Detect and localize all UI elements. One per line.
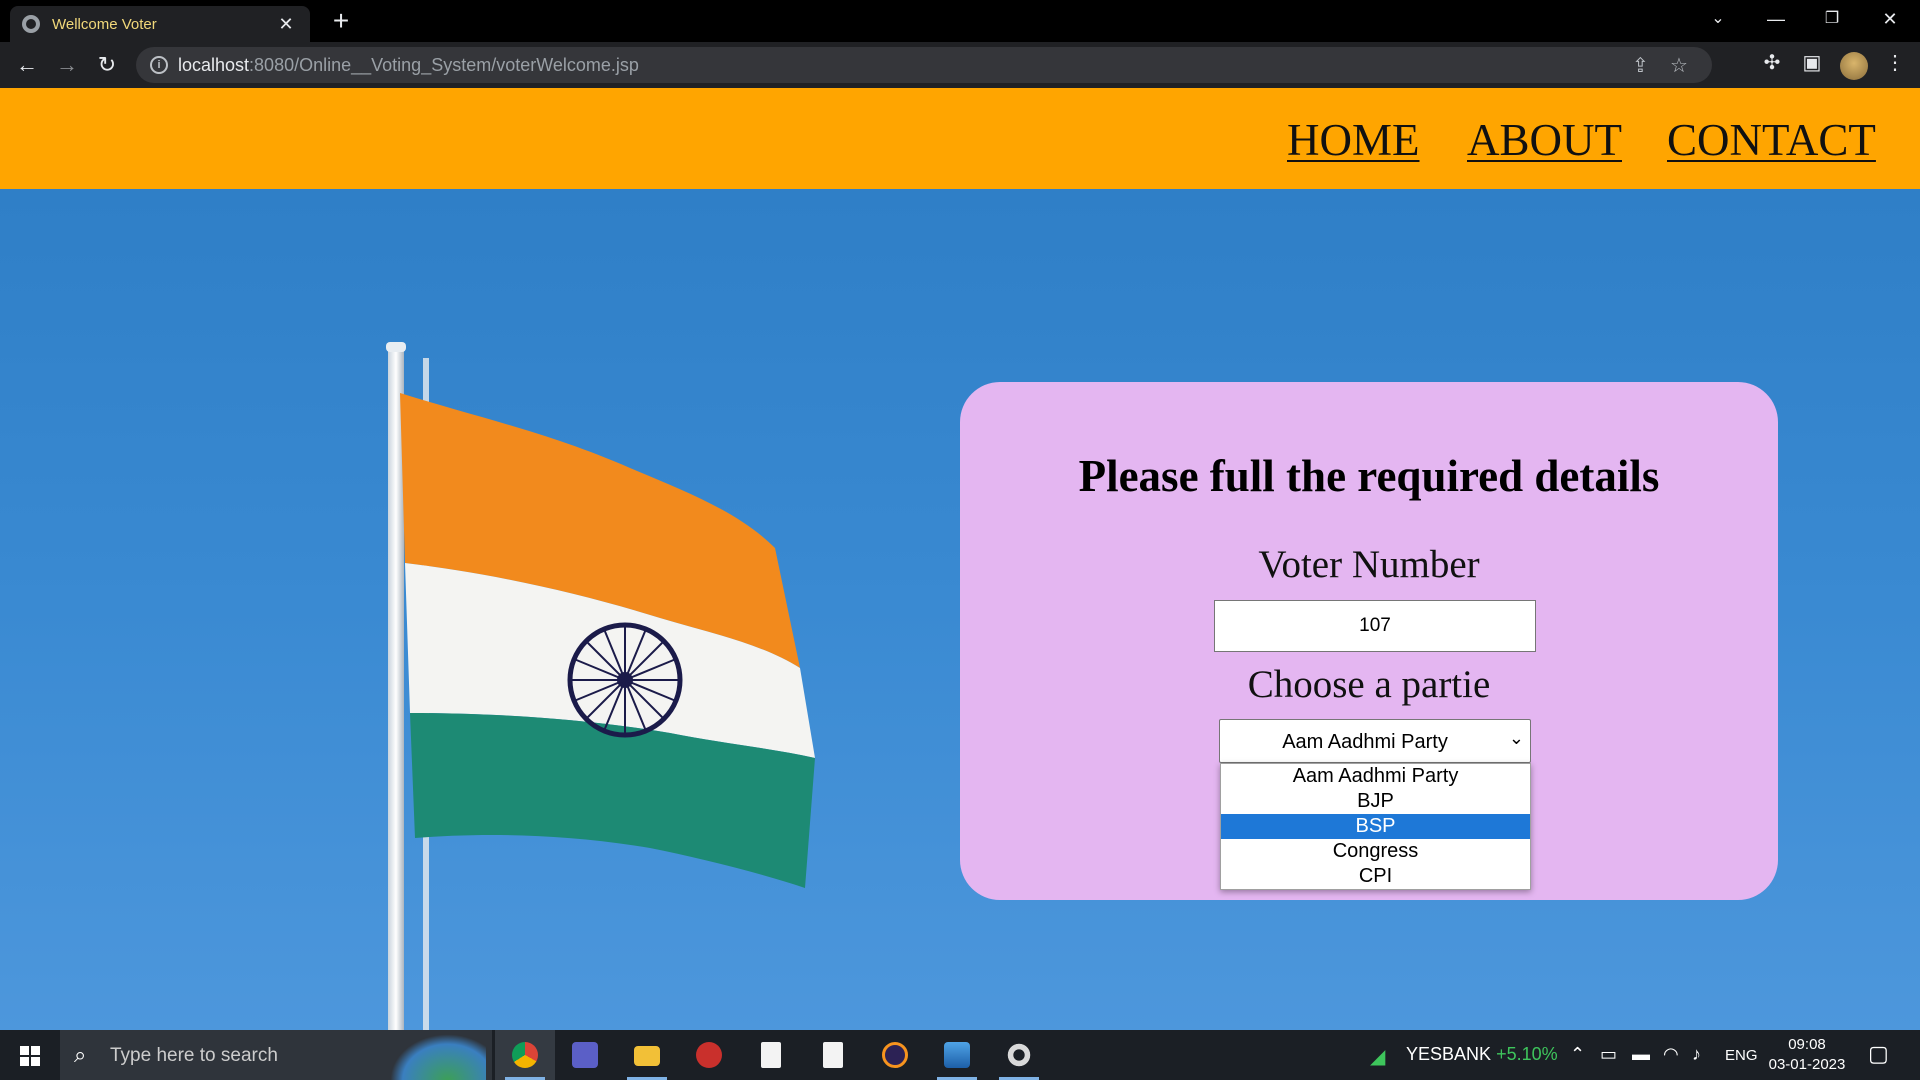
eclipse-icon — [882, 1042, 908, 1068]
party-option-highlighted[interactable]: BSP — [1221, 814, 1530, 839]
notifications-icon[interactable]: ▢ — [1868, 1041, 1889, 1067]
globe-icon — [22, 15, 40, 33]
reload-button[interactable]: ↻ — [90, 49, 124, 83]
bookmark-star-icon[interactable]: ☆ — [1670, 53, 1688, 78]
nav-home-link[interactable]: HOME — [1287, 114, 1420, 166]
stock-name: YESBANK — [1406, 1044, 1492, 1064]
page-viewport: HOME ABOUT CONTACT Please full the requi… — [0, 88, 1920, 1030]
stock-widget[interactable]: YESBANK +5.10% — [1406, 1044, 1558, 1065]
new-tab-button[interactable]: + — [326, 6, 356, 36]
psiphon-taskbar-button[interactable] — [679, 1030, 739, 1080]
share-icon[interactable]: ⇪ — [1632, 53, 1649, 78]
photos-taskbar-button[interactable] — [927, 1030, 987, 1080]
back-button[interactable]: ← — [10, 49, 44, 83]
show-hidden-icons-icon[interactable]: ⌃ — [1570, 1044, 1585, 1065]
browser-toolbar: ← → ↻ i localhost:8080/Online__Voting_Sy… — [0, 42, 1920, 88]
top-navigation: HOME ABOUT CONTACT — [0, 88, 1920, 189]
document-icon — [761, 1042, 781, 1068]
chrome-taskbar-button[interactable] — [495, 1030, 555, 1080]
start-button[interactable] — [0, 1030, 60, 1080]
restore-button[interactable]: ❐ — [1804, 0, 1860, 40]
menu-icon[interactable]: ⋮ — [1880, 50, 1910, 75]
windows-logo-icon — [20, 1046, 40, 1066]
address-bar[interactable]: i localhost:8080/Online__Voting_System/v… — [136, 47, 1712, 83]
party-option[interactable]: CPI — [1221, 864, 1530, 889]
party-option[interactable]: BJP — [1221, 789, 1530, 814]
file-explorer-taskbar-button[interactable] — [617, 1030, 677, 1080]
taskbar-search-box[interactable]: ⌕ Type here to search — [60, 1030, 492, 1080]
party-option[interactable]: Aam Aadhmi Party — [1221, 764, 1530, 789]
nav-contact-link[interactable]: CONTACT — [1667, 114, 1876, 166]
browser-tab[interactable]: Wellcome Voter ✕ — [10, 6, 310, 42]
taskbar-clock[interactable]: 09:08 03-01-2023 — [1760, 1035, 1854, 1075]
browser-tab-strip: Wellcome Voter ✕ + ⌄ — ❐ ✕ — [0, 0, 1920, 42]
battery-icon[interactable]: ▬ — [1632, 1044, 1650, 1065]
tab-search-icon[interactable]: ⌄ — [1690, 0, 1746, 40]
teams-taskbar-button[interactable] — [555, 1030, 615, 1080]
profile-avatar[interactable] — [1840, 52, 1868, 80]
stock-change: +5.10% — [1496, 1044, 1558, 1064]
clock-time: 09:08 — [1788, 1036, 1826, 1053]
clock-date: 03-01-2023 — [1768, 1056, 1846, 1073]
wifi-icon[interactable]: ◠ — [1663, 1044, 1679, 1065]
taskbar-search-placeholder: Type here to search — [110, 1045, 278, 1066]
folder-icon — [634, 1046, 660, 1066]
extensions-icon[interactable]: ✣ — [1757, 50, 1787, 75]
document-taskbar-button[interactable] — [741, 1030, 801, 1080]
party-dropdown-list: Aam Aadhmi Party BJP BSP Congress CPI — [1220, 763, 1531, 890]
chrome-icon — [512, 1042, 538, 1068]
settings-taskbar-button[interactable] — [989, 1030, 1049, 1080]
teams-icon — [572, 1042, 598, 1068]
forward-button[interactable]: → — [50, 49, 84, 83]
party-select[interactable]: Aam Aadhmi Party ⌄ — [1219, 719, 1531, 763]
minimize-button[interactable]: — — [1748, 0, 1804, 40]
form-heading: Please full the required details — [1078, 451, 1660, 501]
voter-number-input[interactable] — [1214, 600, 1536, 652]
party-select-value: Aam Aadhmi Party — [1282, 731, 1448, 753]
search-icon: ⌕ — [74, 1042, 87, 1067]
voter-number-label: Voter Number — [1258, 543, 1480, 586]
party-option[interactable]: Congress — [1221, 839, 1530, 864]
chevron-down-icon: ⌄ — [1508, 728, 1524, 748]
document2-taskbar-button[interactable] — [803, 1030, 863, 1080]
volume-icon[interactable]: ♪ — [1692, 1044, 1701, 1065]
language-indicator[interactable]: ENG — [1725, 1047, 1758, 1064]
meet-now-icon[interactable]: ▭ — [1600, 1044, 1617, 1065]
eclipse-taskbar-button[interactable] — [865, 1030, 925, 1080]
document-icon — [823, 1042, 843, 1068]
voter-form-card: Please full the required details Voter N… — [960, 382, 1778, 900]
close-window-button[interactable]: ✕ — [1862, 0, 1918, 40]
p-app-icon — [696, 1042, 722, 1068]
party-select-label: Choose a partie — [1247, 663, 1491, 706]
photos-icon — [944, 1042, 970, 1068]
windows-taskbar: ⌕ Type here to search ◢ YESBANK +5.10% ⌃… — [0, 1030, 1920, 1080]
site-info-icon[interactable]: i — [150, 56, 168, 74]
close-tab-icon[interactable]: ✕ — [274, 14, 298, 35]
search-highlight-icon — [390, 1034, 486, 1080]
stock-trend-icon: ◢ — [1370, 1046, 1386, 1068]
url-text[interactable]: localhost:8080/Online__Voting_System/vot… — [178, 55, 639, 76]
nav-about-link[interactable]: ABOUT — [1467, 114, 1622, 166]
gear-icon — [1006, 1042, 1032, 1068]
tab-title: Wellcome Voter — [52, 15, 157, 33]
indian-flag-image — [386, 342, 815, 1030]
side-panel-icon[interactable]: ▣ — [1797, 50, 1827, 75]
